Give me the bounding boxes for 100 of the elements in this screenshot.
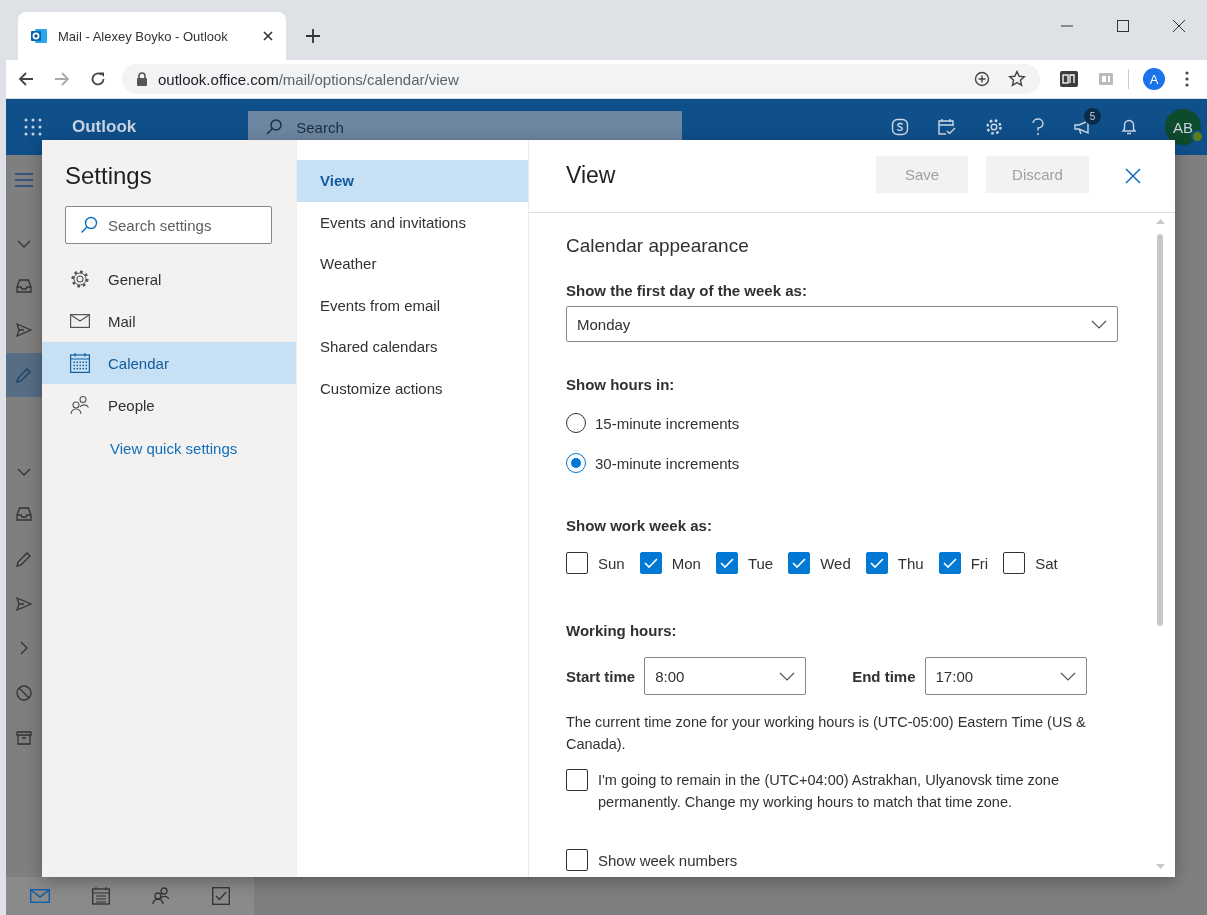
checkbox[interactable] <box>1003 552 1026 574</box>
field-label: Show work week as: <box>566 517 713 534</box>
option-label: 15-minute increments <box>595 414 740 432</box>
add-circle-icon[interactable] <box>974 71 990 87</box>
user-avatar[interactable]: AB <box>1165 109 1201 145</box>
day-label: Sun <box>598 554 625 572</box>
settings-category[interactable]: Calendar <box>42 342 296 384</box>
day-label: Fri <box>970 554 989 572</box>
status-indicator <box>1191 130 1204 143</box>
bell-icon[interactable] <box>1121 118 1137 136</box>
end-time-dropdown[interactable]: 17:00 <box>924 657 1087 695</box>
checkbox[interactable] <box>715 552 738 574</box>
settings-subsection[interactable]: Customize actions <box>297 367 528 409</box>
checkmark-icon <box>792 557 807 569</box>
settings-subsection[interactable]: Events from email <box>297 284 528 326</box>
profile-avatar[interactable]: A <box>1143 68 1165 90</box>
settings-subsection[interactable]: Weather <box>297 243 528 285</box>
chevron-down-icon[interactable] <box>17 239 31 249</box>
start-time-label: Start time <box>566 667 636 685</box>
checkmark-icon <box>643 557 658 569</box>
send-icon[interactable] <box>16 323 32 337</box>
day-label: Mon <box>671 554 701 572</box>
notification-count: 5 <box>1084 108 1101 125</box>
tab-title: Mail - Alexey Boyko - Outlook <box>58 28 229 44</box>
settings-category[interactable]: General <box>42 258 296 300</box>
option-label: Show week numbers <box>598 851 738 869</box>
browser-tab[interactable]: Mail - Alexey Boyko - Outlook <box>18 12 286 60</box>
app-launcher-icon[interactable] <box>24 118 42 136</box>
checkbox[interactable] <box>566 769 588 791</box>
people-icon[interactable] <box>152 887 170 905</box>
app-name[interactable]: Outlook <box>72 117 137 137</box>
first-day-dropdown[interactable]: Monday <box>566 306 1118 342</box>
help-icon[interactable] <box>1031 118 1045 136</box>
settings-subsection[interactable]: View <box>297 160 528 202</box>
end-time-label: End time <box>852 667 916 685</box>
send-icon[interactable] <box>16 597 32 611</box>
chevron-down-icon <box>1059 671 1076 681</box>
search-icon <box>266 119 283 135</box>
checkbox[interactable] <box>938 552 961 574</box>
lock-icon <box>136 72 148 86</box>
settings-subsection[interactable]: Shared calendars <box>297 326 528 368</box>
checkmark-icon <box>942 557 957 569</box>
mail-icon <box>70 314 90 328</box>
timezone-note: The current time zone for your working hours is (UTC-05:00) Eastern Time (US & Canada). <box>566 713 1087 754</box>
day-label: Thu <box>897 554 924 572</box>
skype-icon[interactable] <box>891 118 909 136</box>
checkbox-task-icon[interactable] <box>212 887 230 905</box>
search-field[interactable]: Search <box>248 111 683 143</box>
inbox-icon[interactable] <box>16 507 32 521</box>
archive-icon[interactable] <box>16 731 32 745</box>
settings-category[interactable]: People <box>42 384 296 426</box>
section-heading: Calendar appearance <box>566 235 750 257</box>
option-label: I'm going to remain in the (UTC+04:00) Astrakhan, Ulyanovsk time zone permanently. Change my working hours to match that time zone. <box>598 771 1060 812</box>
settings-category[interactable]: Mail <box>42 300 296 342</box>
panel-title: View <box>566 161 616 189</box>
chevron-down-icon <box>1091 319 1107 329</box>
field-label: Working hours: <box>566 622 678 639</box>
close-window-icon[interactable] <box>1173 20 1185 32</box>
chevron-right-icon[interactable] <box>19 641 29 655</box>
scrollbar-thumb[interactable] <box>1157 234 1163 626</box>
day-label: Wed <box>820 554 851 572</box>
view-quick-settings-link[interactable]: View quick settings <box>42 426 296 457</box>
back-icon[interactable] <box>18 71 34 87</box>
checkbox[interactable] <box>788 552 811 574</box>
search-icon <box>80 216 98 234</box>
close-tab-icon[interactable] <box>262 30 274 42</box>
close-icon[interactable] <box>1125 168 1141 184</box>
checkmark-icon <box>719 557 734 569</box>
checkmark-icon <box>869 557 884 569</box>
checkbox[interactable] <box>566 552 588 574</box>
calendar-icon <box>70 353 90 373</box>
reload-icon[interactable] <box>90 71 106 87</box>
inbox-icon[interactable] <box>16 279 32 293</box>
checkbox[interactable] <box>639 552 662 574</box>
settings-title: Settings <box>64 161 153 190</box>
star-icon[interactable] <box>1008 70 1026 88</box>
checkbox[interactable] <box>566 849 588 871</box>
settings-icon[interactable] <box>985 118 1003 136</box>
day-label: Sat <box>1035 554 1058 572</box>
start-time-dropdown[interactable]: 8:00 <box>644 657 807 695</box>
calendar-check-icon[interactable] <box>937 118 957 136</box>
search-settings-field[interactable]: Search settings <box>65 206 272 244</box>
url-text: outlook.office.com/mail/options/calendar/view <box>158 70 459 88</box>
extension-icon[interactable] <box>1060 71 1078 87</box>
day-label: Tue <box>747 554 774 572</box>
address-bar[interactable]: outlook.office.com/mail/options/calendar/view <box>122 64 1040 94</box>
maximize-icon[interactable] <box>1117 20 1129 32</box>
new-tab-icon[interactable] <box>306 29 320 43</box>
block-icon[interactable] <box>16 685 32 701</box>
gear-icon <box>70 269 90 289</box>
calendar-icon[interactable] <box>92 887 110 905</box>
chevron-down-icon[interactable] <box>17 467 31 477</box>
option-label: 30-minute increments <box>595 454 740 472</box>
outlook-logo-icon <box>30 27 48 45</box>
pencil-icon[interactable] <box>16 551 32 567</box>
checkbox[interactable] <box>865 552 888 574</box>
more-icon[interactable] <box>1185 71 1189 87</box>
settings-subsection[interactable]: Events and invitations <box>297 201 528 243</box>
field-label: Show hours in: <box>566 376 676 393</box>
forward-icon[interactable] <box>54 71 70 87</box>
